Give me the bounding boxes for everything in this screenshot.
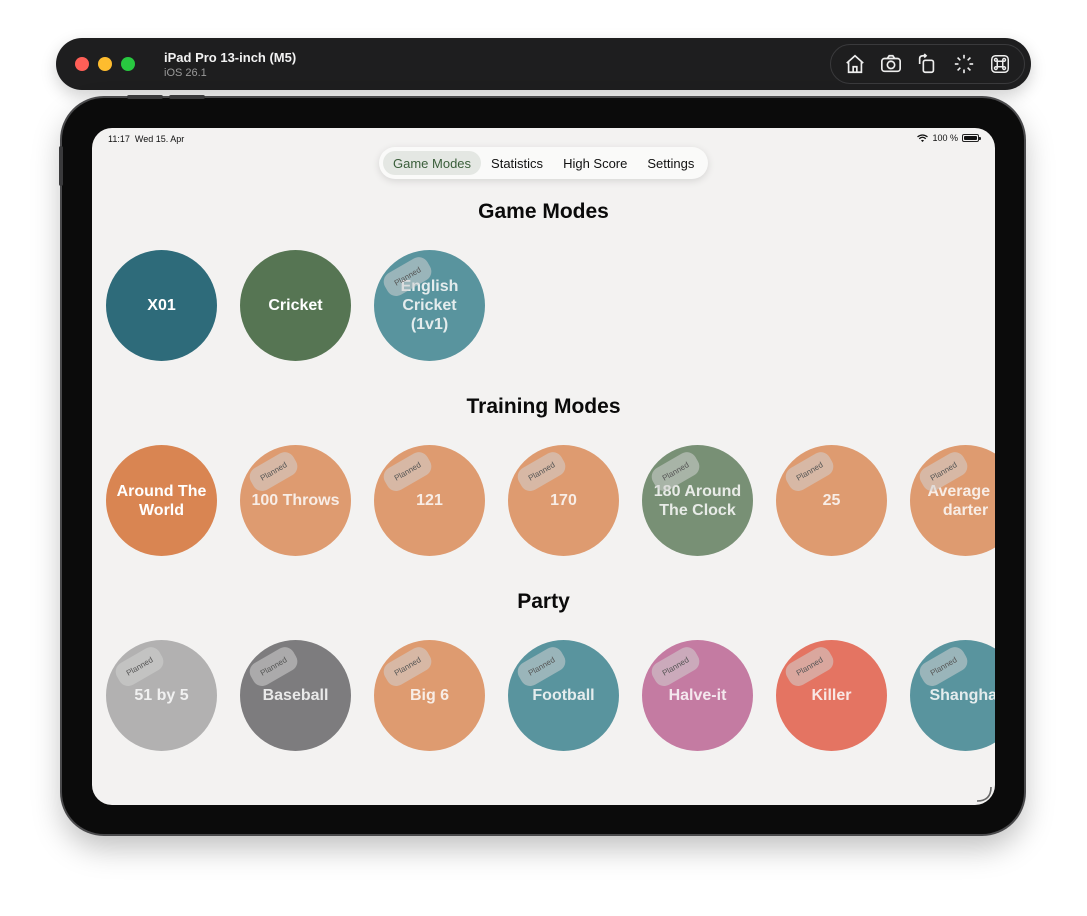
- top-button-2: [169, 95, 205, 99]
- mode-label: 100 Throws: [251, 492, 340, 509]
- mode-button-big-6[interactable]: Planned Big 6: [374, 640, 485, 751]
- mode-label: 51 by 5: [134, 687, 189, 704]
- mode-label: Halve-it: [668, 687, 727, 704]
- device-name: iPad Pro 13-inch (M5): [164, 50, 297, 65]
- section-title-training-modes: Training Modes: [466, 395, 621, 418]
- mode-button-100-throws[interactable]: Planned 100 Throws: [240, 445, 351, 556]
- command-button[interactable]: [986, 50, 1014, 78]
- top-button: [127, 95, 163, 99]
- planned-badge: Planned: [648, 643, 704, 690]
- home-button[interactable]: [841, 50, 869, 78]
- mode-label: Big 6: [409, 687, 450, 704]
- mode-button-average-3-darter[interactable]: PlannedAverage 3 darter: [910, 445, 995, 556]
- mode-button-english-cricket-1v1[interactable]: Planned English Cricket (1v1): [374, 250, 485, 361]
- mode-button-25[interactable]: Planned 25: [776, 445, 887, 556]
- status-time: 11:17: [108, 134, 130, 144]
- mode-button-51-by-5[interactable]: Planned 51 by 5: [106, 640, 217, 751]
- rotate-button[interactable]: [913, 50, 941, 78]
- section-title-game-modes: Game Modes: [478, 200, 609, 223]
- mode-button-121[interactable]: Planned 121: [374, 445, 485, 556]
- shake-button[interactable]: [950, 50, 978, 78]
- tab-game-modes[interactable]: Game Modes: [383, 151, 482, 175]
- mode-button-killer[interactable]: Planned Killer: [776, 640, 887, 751]
- ipad-screen: 11:17 Wed 15. Apr 100 % Game Modes Stati…: [92, 128, 995, 805]
- side-button: [59, 146, 63, 186]
- planned-badge: Planned: [916, 643, 972, 690]
- mode-label: Football: [532, 687, 595, 704]
- simulator-title-bar: iPad Pro 13-inch (M5) iOS 26.1: [56, 38, 1031, 90]
- section-title-party: Party: [517, 590, 570, 613]
- mode-button-football[interactable]: Planned Football: [508, 640, 619, 751]
- close-window-button[interactable]: [75, 57, 89, 71]
- mode-button-cricket[interactable]: Cricket: [240, 250, 351, 361]
- mode-label: Around The World: [116, 482, 207, 519]
- planned-badge: Planned: [380, 643, 436, 690]
- planned-badge: Planned: [514, 643, 570, 690]
- mode-label: 170: [550, 492, 577, 509]
- mode-label: Average 3 darter: [927, 482, 995, 519]
- mode-button-170[interactable]: Planned 170: [508, 445, 619, 556]
- mode-label: Shanghai: [929, 687, 995, 704]
- mode-label: Baseball: [262, 687, 329, 704]
- battery-icon: [962, 134, 981, 142]
- mode-label: Killer: [811, 687, 852, 704]
- mode-button-180-around-the-clock[interactable]: Planned 180 Around The Clock: [642, 445, 753, 556]
- planned-badge: Planned: [246, 643, 302, 690]
- status-indicators: 100 %: [917, 133, 981, 143]
- mode-label: 121: [416, 492, 443, 509]
- os-version: iOS 26.1: [164, 67, 207, 79]
- mode-button-x01[interactable]: X01: [106, 250, 217, 361]
- mode-button-baseball[interactable]: Planned Baseball: [240, 640, 351, 751]
- status-date: Wed 15. Apr: [134, 134, 185, 144]
- mode-button-shanghai[interactable]: Planned Shanghai: [910, 640, 995, 751]
- command-icon: [990, 55, 1009, 73]
- planned-badge: Planned: [782, 448, 838, 495]
- shake-icon: [954, 54, 973, 74]
- tab-high-score[interactable]: High Score: [553, 151, 637, 175]
- screenshot-icon: [881, 54, 902, 73]
- wifi-icon: [917, 133, 929, 142]
- screenshot-button[interactable]: [877, 50, 905, 78]
- planned-badge: Planned: [514, 448, 570, 495]
- mode-label: Cricket: [268, 297, 323, 314]
- status-time-date: 11:17 Wed 15. Apr: [108, 134, 184, 144]
- planned-badge: Planned: [112, 643, 168, 690]
- planned-badge: Planned: [246, 448, 302, 495]
- minimize-window-button[interactable]: [98, 57, 112, 71]
- tab-bar: Game Modes Statistics High Score Setting…: [379, 147, 708, 179]
- tab-statistics[interactable]: Statistics: [481, 151, 553, 175]
- mode-label: 25: [822, 492, 841, 509]
- tab-settings[interactable]: Settings: [637, 151, 704, 175]
- planned-badge: Planned: [782, 643, 838, 690]
- mode-button-halve-it[interactable]: Planned Halve-it: [642, 640, 753, 751]
- zoom-window-button[interactable]: [121, 57, 135, 71]
- mode-button-around-the-world[interactable]: Around The World: [106, 445, 217, 556]
- resize-handle-icon[interactable]: [975, 785, 993, 803]
- home-icon: [846, 54, 864, 74]
- rotate-icon: [919, 53, 935, 74]
- simulator-toolbar: [830, 44, 1025, 84]
- mode-label: X01: [147, 297, 176, 314]
- battery-percent: 100 %: [932, 133, 958, 143]
- planned-badge: Planned: [380, 448, 436, 495]
